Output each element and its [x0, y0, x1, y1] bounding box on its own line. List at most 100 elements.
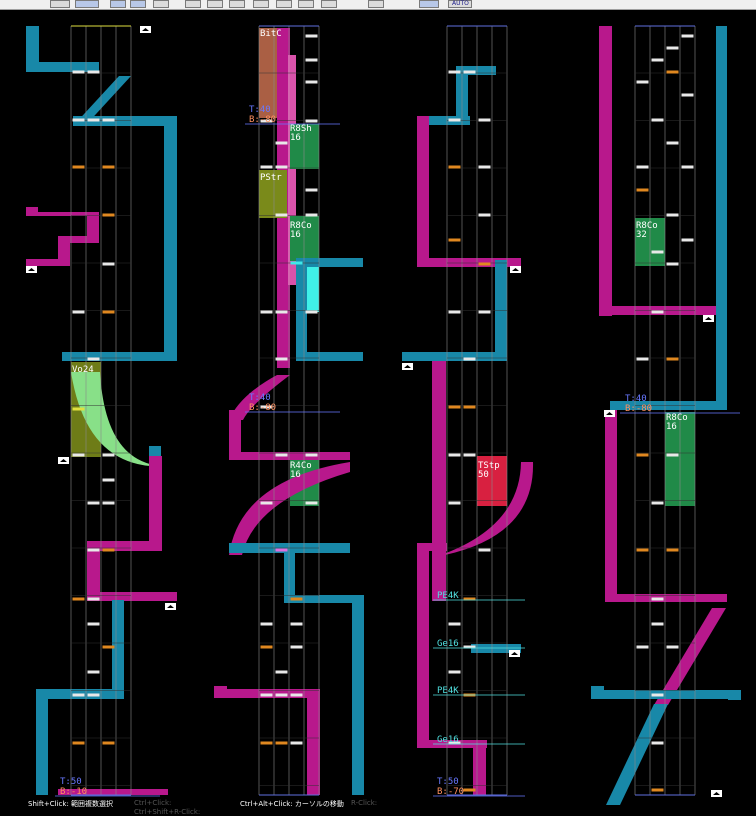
pink-long-note[interactable]: [87, 592, 177, 601]
orange-note[interactable]: [275, 741, 288, 745]
orange-note[interactable]: [666, 70, 679, 74]
teal-long-note[interactable]: [164, 116, 177, 361]
tap-note[interactable]: [305, 188, 318, 192]
pink-long-note[interactable]: [149, 456, 162, 551]
orange-note[interactable]: [666, 357, 679, 361]
tap-note[interactable]: [72, 693, 85, 697]
orange-note[interactable]: [102, 310, 115, 314]
orange-note[interactable]: [463, 788, 476, 792]
teal-long-note[interactable]: [352, 595, 364, 795]
tap-note[interactable]: [275, 165, 288, 169]
tap-note[interactable]: [275, 310, 288, 314]
orange-note[interactable]: [448, 165, 461, 169]
tap-note[interactable]: [260, 622, 273, 626]
tap-note[interactable]: [102, 118, 115, 122]
tap-note[interactable]: [666, 453, 679, 457]
tap-note[interactable]: [305, 453, 318, 457]
teal-long-note[interactable]: [728, 690, 741, 700]
teal-long-note[interactable]: [296, 352, 363, 361]
pink-long-note[interactable]: [599, 26, 612, 316]
tap-note[interactable]: [275, 213, 288, 217]
tap-note[interactable]: [448, 453, 461, 457]
tap-note[interactable]: [275, 453, 288, 457]
toolbar-undo-button[interactable]: [50, 0, 70, 8]
tap-note[interactable]: [275, 357, 288, 361]
tap-note[interactable]: [681, 93, 694, 97]
orange-note[interactable]: [260, 645, 273, 649]
tap-note[interactable]: [448, 310, 461, 314]
toolbar-view-button[interactable]: [110, 0, 126, 8]
tap-note[interactable]: [636, 645, 649, 649]
tap-note[interactable]: [681, 34, 694, 38]
tap-note[interactable]: [305, 119, 318, 123]
tap-note[interactable]: [290, 693, 303, 697]
tap-note[interactable]: [72, 70, 85, 74]
teal-long-note[interactable]: [284, 552, 295, 599]
orange-note[interactable]: [260, 741, 273, 745]
tap-note[interactable]: [87, 693, 100, 697]
pink-long-note[interactable]: [417, 543, 447, 551]
tap-note[interactable]: [290, 741, 303, 745]
toolbar-erase-button[interactable]: [185, 0, 201, 8]
tap-note[interactable]: [275, 141, 288, 145]
pink-long-note[interactable]: [26, 259, 70, 266]
tap-note[interactable]: [290, 622, 303, 626]
orange-note[interactable]: [463, 405, 476, 409]
tap-note[interactable]: [681, 165, 694, 169]
tap-note[interactable]: [260, 693, 273, 697]
tap-note[interactable]: [478, 310, 491, 314]
orange-note[interactable]: [72, 741, 85, 745]
teal-long-note[interactable]: [338, 543, 350, 553]
tap-note[interactable]: [651, 501, 664, 505]
tap-note[interactable]: [87, 670, 100, 674]
tap-note[interactable]: [305, 80, 318, 84]
tap-note[interactable]: [448, 118, 461, 122]
tap-note[interactable]: [463, 70, 476, 74]
tap-note[interactable]: [72, 310, 85, 314]
tap-note[interactable]: [260, 310, 273, 314]
tap-note[interactable]: [636, 80, 649, 84]
teal-long-note[interactable]: [36, 689, 48, 795]
tap-note[interactable]: [651, 597, 664, 601]
tap-note[interactable]: [275, 548, 288, 552]
chart-editor-canvas[interactable]: BitCR8Sh 16PStrR8Co 16Vo24R4Co 16TStp 50R8Co…: [0, 10, 756, 816]
tap-note[interactable]: [651, 741, 664, 745]
tap-note[interactable]: [636, 357, 649, 361]
toolbar-scroll-button[interactable]: [419, 0, 439, 8]
pink-long-note[interactable]: [473, 740, 486, 795]
teal-long-note[interactable]: [62, 352, 177, 361]
tap-note[interactable]: [448, 70, 461, 74]
pink-long-note[interactable]: [417, 116, 429, 266]
tap-note[interactable]: [87, 501, 100, 505]
orange-note[interactable]: [636, 548, 649, 552]
tap-note[interactable]: [651, 250, 664, 254]
tap-note[interactable]: [463, 453, 476, 457]
pink-long-note[interactable]: [417, 548, 429, 748]
toolbar-auto-button[interactable]: AUTO: [448, 0, 472, 8]
tap-note[interactable]: [290, 261, 303, 265]
tap-note[interactable]: [478, 118, 491, 122]
tap-note[interactable]: [305, 310, 318, 314]
pink-long-note[interactable]: [605, 594, 727, 602]
pink-long-note[interactable]: [432, 361, 446, 601]
teal-long-note[interactable]: [149, 446, 161, 457]
orange-note[interactable]: [102, 741, 115, 745]
tap-note[interactable]: [72, 118, 85, 122]
tap-note[interactable]: [275, 670, 288, 674]
orange-note[interactable]: [102, 548, 115, 552]
teal-long-note[interactable]: [716, 26, 727, 410]
toolbar-note-button[interactable]: [207, 0, 223, 8]
tap-note[interactable]: [478, 165, 491, 169]
tap-note[interactable]: [102, 478, 115, 482]
toolbar-pen-button[interactable]: [153, 0, 169, 8]
tap-note[interactable]: [448, 622, 461, 626]
toolbar-long-button[interactable]: [229, 0, 245, 8]
tap-note[interactable]: [448, 670, 461, 674]
teal-long-note[interactable]: [296, 258, 307, 361]
orange-note[interactable]: [636, 453, 649, 457]
orange-note[interactable]: [72, 597, 85, 601]
orange-note[interactable]: [666, 548, 679, 552]
tap-note[interactable]: [260, 165, 273, 169]
orange-note[interactable]: [636, 188, 649, 192]
teal-long-note[interactable]: [591, 690, 741, 699]
